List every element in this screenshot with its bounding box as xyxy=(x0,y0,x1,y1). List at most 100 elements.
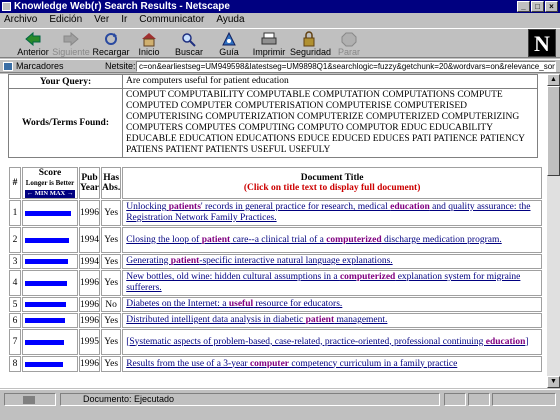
scroll-thumb[interactable] xyxy=(547,86,560,176)
result-title-cell: Diabetes on the Internet: a useful resou… xyxy=(122,297,542,312)
close-button[interactable]: × xyxy=(545,1,558,12)
recargar-button[interactable]: Recargar xyxy=(92,30,130,58)
score-header: Score xyxy=(38,168,62,178)
imprimir-button[interactable]: Imprimir xyxy=(250,30,288,58)
toolbar-button-label: Inicio xyxy=(138,47,160,57)
result-title-link[interactable]: Closing the loop of patient care--a clin… xyxy=(126,235,502,245)
menu-communicator[interactable]: Communicator xyxy=(137,13,206,27)
result-score xyxy=(22,356,78,372)
results-table: # Score Longer is Better ← MIN MAX → Pub… xyxy=(8,166,543,373)
navigation-toolbar: Anterior Siguiente Recargar Inicio Buscar Guí… xyxy=(0,28,560,58)
toolbar-button-label: Recargar xyxy=(92,47,130,57)
url-field[interactable]: c=on&earliestseg=UM949598&latestseg=UM98… xyxy=(136,61,556,72)
guide-icon xyxy=(220,31,238,47)
abs-label: Abs. xyxy=(102,183,121,193)
title-text: management. xyxy=(334,315,388,325)
title-text: New bottles, old wine: hidden cultural a… xyxy=(126,272,340,282)
parar-button[interactable]: Parar xyxy=(330,30,368,58)
result-title-cell: Results from the use of a 3-year compute… xyxy=(122,356,542,372)
forward-arrow-icon xyxy=(62,31,80,47)
toolbar-button-label: Guía xyxy=(219,47,239,57)
window-titlebar: Knowledge Web(r) Search Results - Netsca… xyxy=(0,0,560,13)
menu-ver[interactable]: Ver xyxy=(92,13,111,27)
title-text: ] xyxy=(525,336,529,347)
anterior-button[interactable]: Anterior xyxy=(14,30,52,58)
siguiente-button[interactable]: Siguiente xyxy=(52,30,90,58)
menu-ir[interactable]: Ir xyxy=(119,13,129,27)
terms-found-label: Words/Terms Found: xyxy=(8,88,123,158)
highlighted-term: computer xyxy=(249,358,289,369)
toolbar-button-label: Imprimir xyxy=(252,47,286,57)
menu-archivo[interactable]: Archivo xyxy=(2,13,39,27)
result-year: 1994 xyxy=(79,254,100,269)
component-bar[interactable] xyxy=(492,393,556,406)
bookmarks-icon[interactable] xyxy=(3,62,13,71)
table-row: 4 1996 Yes New bottles, old wine: hidden cu… xyxy=(9,270,542,296)
score-bar xyxy=(25,259,68,264)
col-title: Document Title (Click on title text to d… xyxy=(122,167,542,199)
netscape-app-icon xyxy=(2,2,11,11)
result-has-abstract: Yes xyxy=(101,254,122,269)
result-has-abstract: No xyxy=(101,297,122,312)
result-number: 8 xyxy=(9,356,21,372)
security-status-icon[interactable] xyxy=(4,393,56,406)
toolbar-button-label: Buscar xyxy=(174,47,203,57)
col-abs: Has Abs. xyxy=(101,167,122,199)
table-row: 7 1995 Yes [Systematic aspects of problem-b… xyxy=(9,329,542,355)
scroll-up-arrow-icon[interactable]: ▲ xyxy=(547,74,560,86)
year-label: Year xyxy=(80,183,99,193)
title-text: resource for educators. xyxy=(253,299,343,309)
title-text: ' records in general practice for resear… xyxy=(200,202,391,212)
result-year: 1996 xyxy=(79,356,100,372)
result-title-link[interactable]: Generating patient-specific interactive … xyxy=(126,256,392,266)
result-title-link[interactable]: Diabetes on the Internet: a useful resou… xyxy=(126,299,342,309)
security-lock-icon xyxy=(300,31,318,47)
guía-button[interactable]: Guía xyxy=(210,30,248,58)
result-score xyxy=(22,200,78,226)
result-score xyxy=(22,297,78,312)
minimize-button[interactable]: _ xyxy=(517,1,530,12)
result-score xyxy=(22,313,78,328)
result-year: 1996 xyxy=(79,200,100,226)
result-title-cell: Unlocking patients' records in general p… xyxy=(122,200,542,226)
result-title-link[interactable]: [Systematic aspects of problem-based, ca… xyxy=(126,337,528,347)
inicio-button[interactable]: Inicio xyxy=(130,30,168,58)
col-num: # xyxy=(9,167,21,199)
seguridad-button[interactable]: Seguridad xyxy=(290,30,332,58)
result-year: 1995 xyxy=(79,329,100,355)
result-year: 1994 xyxy=(79,227,100,253)
result-title-link[interactable]: Distributed intelligent data analysis in… xyxy=(126,315,387,325)
title-text: competency curriculum in a family practi… xyxy=(289,358,458,369)
search-icon xyxy=(180,31,198,47)
buscar-button[interactable]: Buscar xyxy=(170,30,208,58)
result-number: 7 xyxy=(9,329,21,355)
result-title-link[interactable]: Results from the use of a 3-year compute… xyxy=(126,359,457,369)
menu-ayuda[interactable]: Ayuda xyxy=(214,13,246,27)
title-hint: (Click on title text to display full doc… xyxy=(243,183,421,193)
status-text: Documento: Ejecutado xyxy=(60,393,440,406)
your-query-value: Are computers useful for patient educati… xyxy=(122,74,538,89)
result-has-abstract: Yes xyxy=(101,356,122,372)
score-bar xyxy=(25,237,69,243)
toolbar-button-label: Parar xyxy=(337,47,360,57)
terms-found-value: COMPUT COMPUTABILITY COMPUTABLE COMPUTAT… xyxy=(122,88,538,158)
title-text: -specific interactive natural language e… xyxy=(199,256,393,266)
scroll-down-arrow-icon[interactable]: ▼ xyxy=(547,376,560,388)
maximize-button[interactable]: □ xyxy=(531,1,544,12)
vertical-scrollbar[interactable]: ▲ ▼ xyxy=(547,74,560,388)
table-row: 5 1996 No Diabetes on the Internet: a usefu… xyxy=(9,297,542,312)
result-year: 1996 xyxy=(79,313,100,328)
result-title-link[interactable]: Unlocking patients' records in general p… xyxy=(126,202,530,223)
score-bar xyxy=(25,280,67,286)
menu-edición[interactable]: Edición xyxy=(47,13,84,27)
bookmarks-button[interactable]: Marcadores xyxy=(16,60,64,72)
highlighted-term: computerized xyxy=(326,234,382,245)
result-title-link[interactable]: New bottles, old wine: hidden cultural a… xyxy=(126,272,520,293)
result-title-cell: Generating patient-specific interactive … xyxy=(122,254,542,269)
toolbar-button-label: Seguridad xyxy=(290,47,332,57)
netscape-logo[interactable]: N xyxy=(528,29,556,57)
result-has-abstract: Yes xyxy=(101,227,122,253)
score-scale-label: ← MIN MAX → xyxy=(24,190,76,198)
result-score xyxy=(22,254,78,269)
result-title-cell: New bottles, old wine: hidden cultural a… xyxy=(122,270,542,296)
